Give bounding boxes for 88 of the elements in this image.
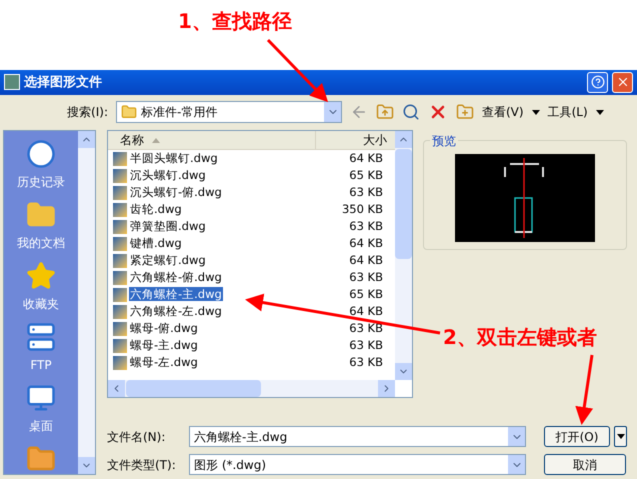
caret-icon	[596, 110, 604, 115]
file-size: 63 KB	[348, 320, 384, 337]
file-name: 六角螺栓-左.dwg	[129, 304, 223, 318]
look-in-dropdown[interactable]: 标准件-常用件	[116, 101, 342, 124]
help-icon	[590, 75, 604, 90]
file-size: 63 KB	[348, 354, 384, 371]
dwg-file-icon	[113, 168, 127, 182]
desktop-icon	[26, 383, 56, 413]
file-name: 螺母-俯.dwg	[129, 320, 199, 335]
file-size: 64 KB	[348, 150, 384, 167]
caret-icon	[532, 110, 540, 115]
file-row[interactable]: 键槽.dwg 64 KB	[108, 235, 395, 252]
dwg-file-icon	[113, 322, 127, 336]
dwg-file-icon	[113, 202, 127, 216]
file-row[interactable]: 螺母-主.dwg 63 KB	[108, 337, 395, 354]
file-row[interactable]: 弹簧垫圈.dwg 63 KB	[108, 218, 395, 235]
dwg-file-icon	[113, 270, 127, 284]
file-size: 350 KB	[340, 200, 384, 218]
look-in-label: 搜索(I):	[66, 104, 108, 122]
file-size: 63 KB	[348, 184, 384, 201]
file-name-field[interactable]: 六角螺栓-主.dwg	[189, 426, 526, 447]
column-header[interactable]: 名称	[108, 131, 315, 149]
close-button[interactable]	[612, 72, 633, 93]
dwg-file-icon	[113, 338, 127, 352]
dwg-file-icon	[113, 304, 127, 318]
up-folder-icon[interactable]	[376, 103, 394, 122]
help-button[interactable]	[587, 72, 608, 93]
file-name-label: 文件名(N):	[107, 428, 166, 446]
folder-icon	[121, 104, 137, 120]
file-name: 键槽.dwg	[129, 236, 183, 250]
open-button[interactable]: 打开(O)	[544, 426, 610, 447]
file-row[interactable]: 螺母-俯.dwg 63 KB	[108, 320, 395, 337]
file-name: 沉头螺钉.dwg	[129, 168, 207, 182]
search-icon[interactable]	[402, 103, 420, 122]
vertical-scrollbar[interactable]	[78, 131, 95, 474]
file-name: 六角螺栓-主.dwg	[129, 286, 223, 301]
file-size: 63 KB	[348, 268, 384, 286]
file-row[interactable]: 半圆头螺钉.dwg 64 KB	[108, 150, 395, 167]
dwg-file-icon	[113, 186, 127, 200]
annotation-arrow	[266, 38, 328, 102]
file-row[interactable]: 齿轮.dwg 350 KB	[108, 201, 395, 218]
file-size: 64 KB	[348, 252, 384, 269]
sort-arrow-icon	[152, 138, 160, 142]
file-row[interactable]: 六角螺栓-左.dwg 64 KB	[108, 303, 395, 320]
dwg-file-icon	[113, 254, 127, 268]
dwg-file-icon	[113, 356, 127, 370]
file-size: 63 KB	[348, 218, 384, 235]
file-name: 紧定螺钉.dwg	[129, 252, 207, 267]
file-name: 沉头螺钉-俯.dwg	[129, 184, 223, 199]
vertical-scrollbar[interactable]	[395, 131, 412, 380]
file-size: 63 KB	[348, 336, 384, 354]
dwg-file-icon	[113, 220, 127, 234]
file-row[interactable]: 紧定螺钉.dwg 64 KB	[108, 252, 395, 269]
new-folder-icon[interactable]	[456, 103, 474, 122]
cancel-button[interactable]: 取消	[544, 454, 626, 475]
app-icon	[4, 74, 20, 90]
file-type-dropdown[interactable]: 图形 (*.dwg)	[189, 454, 526, 475]
annotation-text: 2、双击左键或者	[443, 324, 597, 351]
file-size: 64 KB	[348, 302, 384, 320]
file-size: 65 KB	[348, 286, 384, 303]
preview-label: 预览	[430, 132, 458, 150]
tools-menu[interactable]: 工具(L)	[548, 103, 588, 122]
favorites-icon	[26, 261, 56, 291]
file-type-label: 文件类型(T):	[107, 456, 177, 474]
file-name: 六角螺栓-俯.dwg	[129, 270, 223, 284]
dwg-file-icon	[113, 152, 127, 166]
caret-icon	[616, 434, 624, 439]
dwg-file-icon	[113, 236, 127, 250]
file-row[interactable]: 六角螺栓-俯.dwg 63 KB	[108, 269, 395, 286]
file-row[interactable]: 螺母-左.dwg 63 KB	[108, 354, 395, 371]
file-size: 64 KB	[348, 234, 384, 252]
horizontal-scrollbar[interactable]	[108, 380, 395, 397]
annotation-arrow	[575, 354, 594, 425]
dwg-file-icon	[113, 288, 127, 302]
file-name: 齿轮.dwg	[129, 202, 183, 216]
window-title: 选择图形文件	[24, 74, 103, 92]
file-name: 半圆头螺钉.dwg	[129, 150, 219, 165]
annotation-text: 1、查找路径	[178, 8, 292, 35]
dropdown-button[interactable]	[614, 426, 627, 447]
file-row[interactable]: 六角螺栓-主.dwg 65 KB	[108, 286, 395, 303]
file-row[interactable]: 沉头螺钉.dwg 65 KB	[108, 167, 395, 184]
file-size: 65 KB	[348, 166, 384, 184]
ftp-icon	[26, 322, 56, 352]
view-menu[interactable]: 查看(V)	[482, 103, 524, 122]
file-row[interactable]: 沉头螺钉-俯.dwg 63 KB	[108, 184, 395, 201]
file-name: 弹簧垫圈.dwg	[129, 218, 207, 233]
file-name: 螺母-左.dwg	[129, 354, 199, 369]
file-name: 螺母-主.dwg	[129, 338, 199, 352]
